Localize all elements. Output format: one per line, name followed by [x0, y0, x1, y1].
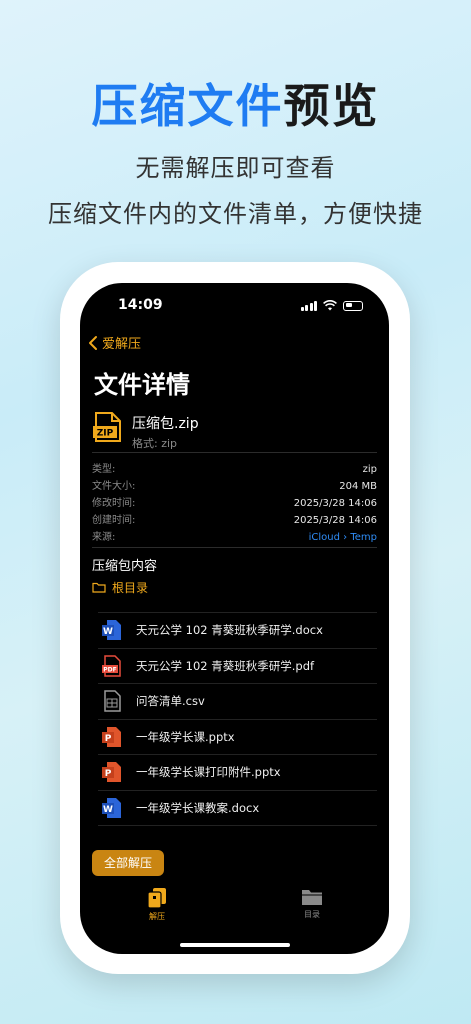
file-item-name: 天元公学 102 青葵班秋季研学.pdf	[136, 658, 315, 673]
hero-title: 压缩文件预览	[0, 70, 471, 136]
svg-text:P: P	[105, 734, 112, 744]
word-icon: W	[102, 620, 121, 641]
extract-icon	[147, 888, 166, 909]
file-item-name: 问答清单.csv	[136, 694, 205, 709]
svg-text:W: W	[103, 627, 113, 637]
status-bar: 14:09	[80, 297, 389, 317]
tab-extract-label: 解压	[149, 912, 165, 921]
meta-value: 2025/3/28 14:06	[293, 515, 377, 526]
meta-value: 204 MB	[339, 481, 377, 492]
divider	[92, 452, 377, 453]
file-item-name: 天元公学 102 青葵班秋季研学.docx	[136, 623, 323, 638]
hero-subtitle-1: 无需解压即可查看	[135, 154, 336, 182]
meta-value: zip	[362, 464, 377, 475]
hero-subtitle-2: 压缩文件内的文件清单，方便快捷	[48, 200, 423, 228]
archive-file-list: W 天元公学 102 青葵班秋季研学.docx PDF 天元公学 102 青葵班…	[98, 612, 377, 826]
root-directory-link[interactable]: 根目录	[92, 579, 148, 596]
tab-bar: 解压 目录	[80, 887, 389, 937]
pdf-icon: PDF	[102, 655, 121, 677]
page-title: 文件详情	[94, 371, 190, 399]
meta-key: 修改时间:	[92, 498, 136, 509]
word-icon: W	[102, 797, 121, 818]
file-item-name: 一年级学长课.pptx	[136, 729, 235, 744]
svg-text:W: W	[103, 805, 113, 815]
meta-value: 2025/3/28 14:06	[293, 498, 377, 509]
back-button[interactable]: 爱解压	[88, 333, 141, 352]
list-item[interactable]: W 一年级学长课教案.docx	[98, 791, 377, 826]
folder-icon	[302, 890, 322, 905]
chevron-left-icon	[89, 335, 97, 350]
meta-row-created: 创建时间: 2025/3/28 14:06	[92, 512, 377, 529]
battery-icon	[343, 300, 363, 311]
home-indicator	[180, 943, 290, 947]
svg-text:PDF: PDF	[103, 666, 116, 673]
meta-row-size: 文件大小: 204 MB	[92, 478, 377, 495]
meta-key: 文件大小:	[92, 481, 136, 492]
hero-title-accent: 压缩文件	[91, 79, 284, 133]
meta-row-type: 类型: zip	[92, 461, 377, 478]
csv-icon	[104, 690, 121, 712]
divider	[92, 547, 377, 548]
meta-key: 来源:	[92, 532, 116, 543]
back-label: 爱解压	[102, 337, 142, 352]
extract-all-button[interactable]: 全部解压	[92, 850, 164, 876]
root-directory-label: 根目录	[112, 581, 149, 595]
archive-section-title: 压缩包内容	[92, 559, 158, 574]
wifi-icon	[323, 300, 337, 311]
file-header: ZIP 压缩包.zip 格式: zip	[92, 411, 199, 451]
list-item[interactable]: 问答清单.csv	[98, 684, 377, 720]
file-item-name: 一年级学长课打印附件.pptx	[136, 765, 281, 780]
source-link[interactable]: iCloud › Temp	[309, 529, 377, 546]
zip-icon-text: ZIP	[97, 429, 114, 439]
phone-screen: 14:09 爱解压 文件详情 ZIP 压缩包.zip 格式: zip 类型: zi…	[80, 283, 389, 954]
tab-directory-label: 目录	[304, 910, 320, 919]
cellular-signal-icon	[300, 300, 317, 311]
list-item[interactable]: W 天元公学 102 青葵班秋季研学.docx	[98, 612, 377, 649]
folder-icon	[92, 582, 106, 593]
status-icons	[300, 300, 363, 311]
svg-text:P: P	[105, 769, 112, 779]
powerpoint-icon: P	[102, 762, 121, 783]
meta-row-source: 来源: iCloud › Temp	[92, 529, 377, 546]
file-metadata: 类型: zip 文件大小: 204 MB 修改时间: 2025/3/28 14:06 …	[92, 461, 377, 546]
meta-key: 创建时间:	[92, 515, 136, 526]
list-item[interactable]: PDF 天元公学 102 青葵班秋季研学.pdf	[98, 649, 377, 684]
meta-key: 类型:	[92, 464, 116, 475]
status-time: 14:09	[118, 297, 163, 313]
tab-extract[interactable]: 解压	[127, 887, 187, 922]
list-item[interactable]: P 一年级学长课.pptx	[98, 720, 377, 755]
hero-title-rest: 预览	[283, 79, 380, 133]
file-item-name: 一年级学长课教案.docx	[136, 800, 260, 815]
file-name: 压缩包.zip	[132, 416, 199, 432]
powerpoint-icon: P	[102, 726, 121, 747]
file-format: 格式: zip	[132, 437, 178, 450]
list-item[interactable]: P 一年级学长课打印附件.pptx	[98, 755, 377, 791]
zip-file-icon: ZIP	[93, 412, 121, 442]
tab-directory[interactable]: 目录	[282, 887, 342, 920]
meta-row-modified: 修改时间: 2025/3/28 14:06	[92, 495, 377, 512]
